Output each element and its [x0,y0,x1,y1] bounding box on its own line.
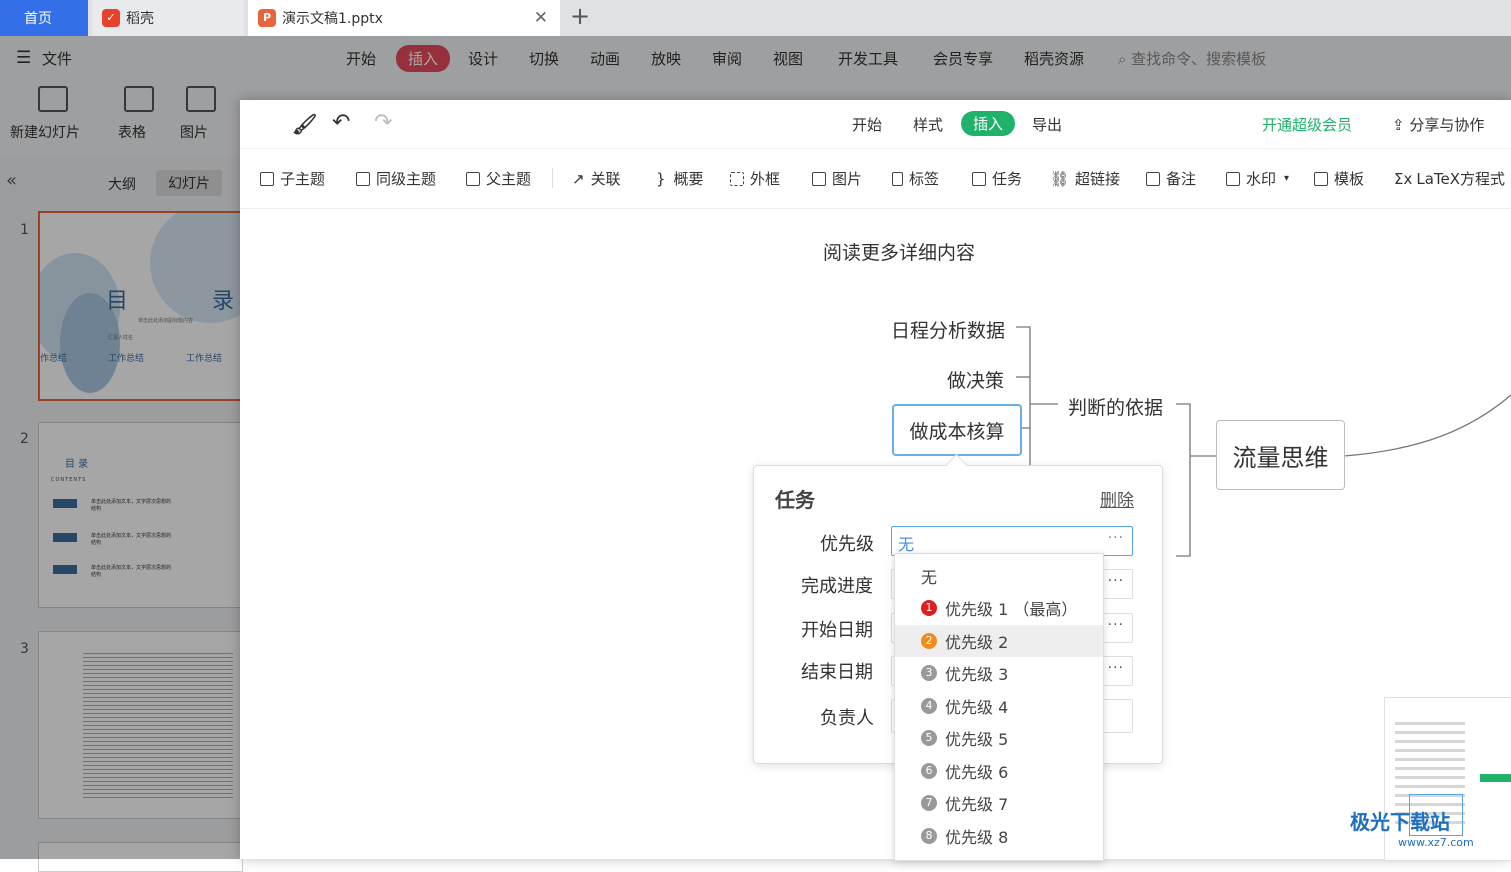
option-label: 优先级 8 [945,828,1009,847]
mindmap-topic[interactable]: 日程分析数据 [891,316,1005,343]
more-icon[interactable]: ··· [1108,530,1124,546]
more-icon[interactable]: ··· [1108,573,1124,589]
option-label: 无 [921,568,938,587]
priority-6-icon: 6 [921,763,937,779]
priority-5-icon: 5 [921,730,937,746]
option-label: 优先级 7 [945,795,1009,814]
priority-option-8[interactable]: 8 优先级 8 [895,820,1103,852]
priority-4-icon: 4 [921,698,937,714]
priority-1-icon: 1 [921,600,937,616]
priority-option-none[interactable]: 无 [895,560,1103,592]
priority-7-icon: 7 [921,795,937,811]
mindmap-topic-selected[interactable]: 做成本核算 [892,404,1022,456]
more-icon[interactable]: ··· [1108,617,1124,633]
priority-option-5[interactable]: 5 优先级 5 [895,722,1103,754]
priority-option-4[interactable]: 4 优先级 4 [895,690,1103,722]
priority-select[interactable]: 无 ··· [891,526,1133,556]
priority-option-7[interactable]: 7 优先级 7 [895,787,1103,819]
mindmap-topic[interactable]: 阅读更多详细内容 [823,238,975,265]
priority-option-2[interactable]: 2 优先级 2 [895,625,1103,657]
priority-dropdown: 无 1 优先级 1 （最高） 2 优先级 2 3 优先级 3 4 优先级 4 5 优先级 … [894,553,1104,861]
priority-option-6[interactable]: 6 优先级 6 [895,755,1103,787]
option-label: 优先级 4 [945,698,1009,717]
priority-3-icon: 3 [921,665,937,681]
priority-value: 无 [898,535,915,554]
site-watermark: 极光下载站 [1350,810,1450,834]
more-icon[interactable]: ··· [1108,660,1124,676]
minimap-highlight [1480,774,1511,782]
option-label: 优先级 5 [945,730,1009,749]
topic-label: 流量思维 [1232,443,1329,472]
option-label: 优先级 2 [945,633,1009,652]
mindmap-topic[interactable]: 做决策 [947,366,1004,393]
delete-task-link[interactable]: 删除 [1100,486,1134,511]
task-panel-title: 任务 [775,488,815,512]
mindmap-topic[interactable]: 判断的依据 [1068,393,1163,420]
option-label: 优先级 3 [945,665,1009,684]
priority-8-icon: 8 [921,828,937,844]
mindmap-topic[interactable]: 流量思维 [1216,420,1345,490]
priority-option-3[interactable]: 3 优先级 3 [895,657,1103,689]
topic-label: 做成本核算 [909,420,1005,443]
option-label: 优先级 6 [945,763,1009,782]
option-label: 优先级 1 （最高） [945,600,1078,619]
priority-2-icon: 2 [921,633,937,649]
site-watermark-url: www.xz7.com [1398,836,1474,849]
priority-option-1[interactable]: 1 优先级 1 （最高） [895,592,1103,624]
